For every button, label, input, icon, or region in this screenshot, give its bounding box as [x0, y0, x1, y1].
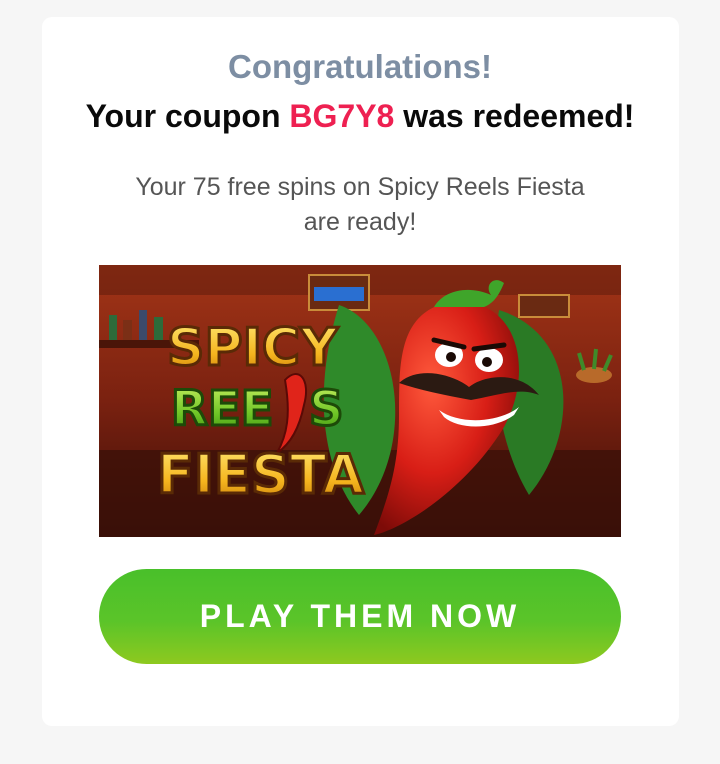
game-logo: SPICY REE S FIESTA: [156, 317, 366, 508]
play-them-now-label: PLAY THEM NOW: [199, 598, 521, 634]
free-spins-message-line1: Your 75 free spins on Spicy Reels Fiesta: [135, 173, 585, 201]
coupon-code: BG7Y8: [289, 98, 395, 134]
redeem-headline: Your coupon BG7Y8 was redeemed!: [0, 98, 720, 135]
game-banner: SPICY REE S FIESTA: [99, 265, 621, 537]
free-spins-message-line2: are ready!: [303, 208, 417, 236]
logo-line-1: SPICY: [167, 318, 339, 378]
logo-line-2-left: REE: [171, 381, 274, 437]
logo-line-2-right: S: [309, 381, 344, 437]
play-them-now-button[interactable]: PLAY THEM NOW: [99, 569, 621, 664]
logo-line-3: FIESTA: [157, 443, 364, 506]
congratulations-title: Congratulations!: [228, 48, 492, 85]
headline-prefix: Your coupon: [85, 98, 290, 134]
free-spins-message: Your 75 free spins on Spicy Reels Fiesta…: [100, 170, 620, 240]
headline-suffix: was redeemed!: [394, 98, 635, 134]
